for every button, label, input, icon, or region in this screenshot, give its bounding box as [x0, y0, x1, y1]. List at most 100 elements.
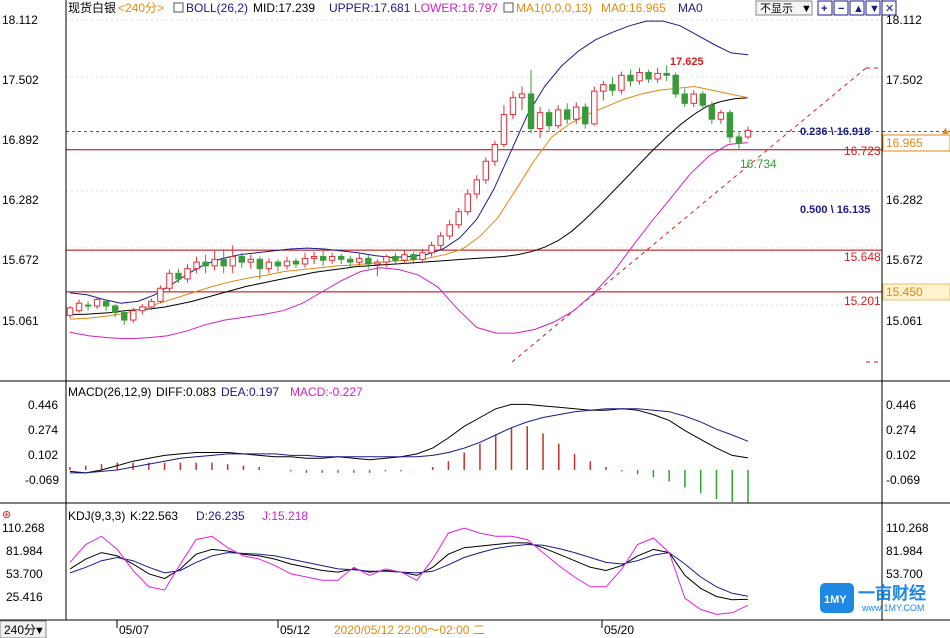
candle-body — [690, 93, 697, 104]
candle-body — [645, 71, 652, 80]
ma-label: MA1(0,0,0,13) — [516, 1, 592, 15]
ma0-tag-text: 16.965 — [886, 136, 923, 150]
candle-body — [247, 258, 255, 263]
macd-tick-right: 0.274 — [886, 423, 916, 437]
kdj-tick-left: 81.984 — [6, 544, 43, 558]
ma0-value-tag: 16.965 — [882, 134, 950, 152]
period-label[interactable]: <240分> — [118, 1, 164, 15]
candle-body — [582, 106, 589, 125]
boll-lower: LOWER:16.797 — [414, 1, 498, 15]
crosshair-arrow-icon: ▲ — [940, 125, 950, 137]
candle-body — [591, 90, 598, 125]
macd-tick-left: 0.446 — [28, 398, 58, 412]
boll-toggle-icon[interactable] — [173, 2, 184, 13]
kdj-j-line — [69, 527, 749, 615]
price-axis-left: 18.112 17.502 16.892 16.282 15.672 15.06… — [2, 13, 39, 328]
candle-body — [256, 258, 264, 270]
candle-body — [708, 104, 716, 120]
price-tick-right: 15.061 — [886, 314, 923, 328]
kdj-tick-right: 81.984 — [886, 544, 923, 558]
kdj-tick-right: 53.700 — [886, 567, 923, 581]
kdj-tick-left: 25.416 — [6, 590, 43, 604]
candle-body — [175, 272, 182, 280]
logo-url: www.1MY.COM — [861, 603, 924, 613]
price-tick-left: 16.282 — [2, 193, 39, 207]
candle-body — [166, 272, 173, 289]
svg-text:+: + — [821, 3, 827, 15]
candle-body — [383, 256, 390, 263]
price-tick-right: 17.502 — [886, 73, 923, 87]
macd-dea: DEA:0.197 — [221, 385, 279, 399]
instrument-name: 现货白银 — [68, 0, 116, 15]
candle-body — [220, 258, 227, 267]
macd-series — [69, 403, 749, 504]
candle-body — [265, 261, 273, 270]
ma0-name: MA0 — [678, 1, 703, 15]
candle-body — [301, 257, 309, 265]
candle-body — [627, 74, 634, 82]
hline-15648-label: 15.648 — [844, 250, 881, 264]
candle-body — [157, 287, 164, 302]
candle-body — [536, 112, 544, 130]
kdj-tick-left: 110.268 — [2, 521, 45, 535]
macd-tick-right: 0.102 — [886, 448, 916, 462]
candle-body — [446, 224, 453, 237]
lower-value-tag: 15.450 — [882, 283, 950, 301]
low-label: 16.734 — [740, 157, 777, 171]
chart-canvas[interactable]: 现货白银 <240分> BOLL(26,2) MID:17.239 UPPER:… — [0, 0, 950, 638]
candle-body — [319, 256, 327, 261]
settings-icon[interactable]: ⊛ — [2, 509, 11, 521]
hline-16723-label: 16.723 — [844, 144, 881, 158]
candle-body — [654, 72, 661, 80]
series-line-upper — [69, 20, 749, 304]
candle-body — [600, 84, 607, 92]
macd-tick-right: 0.446 — [886, 398, 916, 412]
candle-body — [419, 252, 426, 260]
svg-text:▲: ▲ — [853, 3, 864, 15]
hline-15201-label: 15.201 — [844, 294, 881, 308]
price-tick-left: 18.112 — [2, 13, 38, 27]
candle-body — [229, 256, 236, 267]
candle-body — [726, 112, 734, 138]
time-axis: 240分 ▼ 05/07 05/12 2020/05/12 22:00～02:0… — [0, 620, 634, 638]
price-tick-left: 15.672 — [2, 253, 39, 267]
candle-body — [636, 71, 643, 82]
price-tick-left: 17.502 — [2, 73, 39, 87]
candle-body — [184, 268, 191, 280]
candle-body — [573, 106, 580, 120]
top-controls[interactable]: 不显示 ▼ + − ▲ ▼ ✕ — [755, 0, 897, 16]
date-label: 05/12 — [280, 623, 310, 637]
candle-body — [392, 256, 399, 261]
ma-toggle-icon[interactable] — [503, 2, 514, 13]
price-tick-right: 15.672 — [886, 253, 923, 267]
kdj-tick-left: 53.700 — [6, 567, 43, 581]
boll-label: BOLL(26,2) — [186, 1, 248, 15]
candle-body — [437, 235, 444, 246]
kdj-k: K:22.563 — [130, 509, 178, 523]
svg-text:▼: ▼ — [869, 3, 880, 15]
candle-body — [545, 112, 553, 127]
candle-body — [518, 93, 526, 99]
candle-body — [148, 300, 155, 308]
chevron-down-icon[interactable]: ▼ — [34, 625, 45, 637]
candle-body — [292, 260, 300, 265]
candle-body — [328, 256, 336, 261]
price-tick-left: 15.061 — [2, 314, 39, 328]
candle-body — [473, 179, 481, 195]
macd-diff: DIFF:0.083 — [156, 385, 216, 399]
candle-body — [672, 74, 679, 95]
kdj-axis: 110.268 81.984 53.700 25.416 110.268 81.… — [2, 521, 929, 604]
candle-body — [193, 261, 200, 270]
fib-0236-label: 0.236 \ 16.918 — [800, 126, 870, 138]
kdj-tick-right: 110.268 — [886, 521, 929, 535]
candle-body — [527, 93, 535, 130]
dropdown-icon[interactable]: ▼ — [801, 3, 812, 15]
candle-body — [509, 97, 517, 116]
candle-body — [238, 256, 245, 263]
candle-body — [130, 310, 137, 321]
candle-body — [202, 261, 209, 267]
candle-body — [618, 74, 625, 91]
macd-diff-line — [69, 403, 749, 474]
kdj-header: ⊛ KDJ(9,3,3) K:22.563 D:26.235 J:15.218 — [2, 509, 308, 523]
candle-body — [554, 109, 562, 127]
